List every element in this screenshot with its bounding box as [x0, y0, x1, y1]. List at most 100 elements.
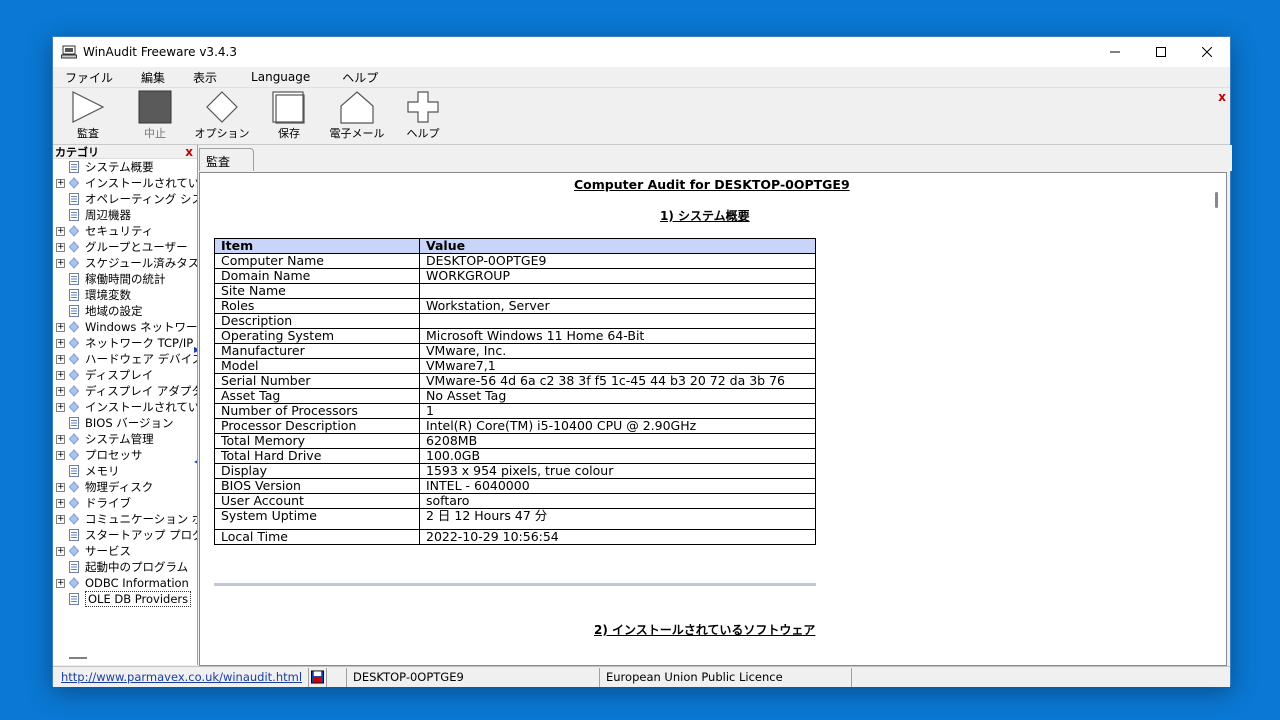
- tree-item[interactable]: + グループとユーザー: [53, 239, 197, 255]
- tree-item[interactable]: + ディスプレイ: [53, 367, 197, 383]
- computer-icon: [61, 45, 77, 59]
- options-label: オプション: [194, 127, 250, 140]
- folder-diamond-icon: [69, 433, 79, 445]
- tree-item[interactable]: 稼働時間の統計: [53, 271, 197, 287]
- expand-icon[interactable]: +: [56, 370, 65, 380]
- tree-item[interactable]: スタートアップ プログラム: [53, 527, 197, 543]
- expand-icon[interactable]: +: [56, 498, 65, 508]
- tree-item[interactable]: OLE DB Providers: [53, 591, 197, 607]
- expand-icon[interactable]: +: [56, 242, 65, 252]
- menu-help[interactable]: ヘルプ: [322, 69, 390, 86]
- website-link[interactable]: http://www.parmavex.co.uk/winaudit.html: [59, 670, 302, 684]
- tree-item[interactable]: システム概要: [53, 159, 197, 175]
- tree-item[interactable]: + 物理ディスク: [53, 479, 197, 495]
- maximize-icon: [1156, 47, 1166, 57]
- expand-icon[interactable]: +: [56, 450, 65, 460]
- tree-item[interactable]: + ネットワーク TCP/IP: [53, 335, 197, 351]
- audit-button[interactable]: 監査: [57, 90, 119, 144]
- table-row: Site Name: [214, 283, 816, 299]
- tree-item[interactable]: + プロセッサ: [53, 447, 197, 463]
- tree-item[interactable]: + スケジュール済みタスク: [53, 255, 197, 271]
- tree-item[interactable]: オペレーティング システム: [53, 191, 197, 207]
- system-overview-table: Item Value Computer Name DESKTOP-0OPTGE9 D…: [214, 238, 816, 545]
- expand-icon[interactable]: +: [56, 578, 65, 588]
- expand-icon[interactable]: +: [56, 258, 65, 268]
- tree-item[interactable]: 周辺機器: [53, 207, 197, 223]
- tree-item[interactable]: 起動中のプログラム: [53, 559, 197, 575]
- folder-diamond-icon: [69, 497, 79, 509]
- tree-item[interactable]: + インストールされているソフトウェア: [53, 175, 197, 191]
- splitter-arrow-left-icon[interactable]: ◀: [194, 457, 197, 466]
- cell-item: Total Memory: [214, 433, 420, 449]
- tree-item[interactable]: + サービス: [53, 543, 197, 559]
- toolbar-close-icon[interactable]: x: [1218, 90, 1226, 104]
- tree-item[interactable]: + インストールされているプリンタ: [53, 399, 197, 415]
- expand-icon[interactable]: +: [56, 434, 65, 444]
- table-row: Number of Processors 1: [214, 403, 816, 419]
- options-button[interactable]: オプション: [191, 90, 253, 144]
- menu-view[interactable]: 表示: [177, 69, 229, 86]
- table-row: Processor Description Intel(R) Core(TM) i…: [214, 418, 816, 434]
- expand-icon[interactable]: +: [56, 178, 65, 188]
- tree-item[interactable]: 地域の設定: [53, 303, 197, 319]
- menu-language[interactable]: Language: [229, 70, 322, 84]
- tree-item-label: 起動中のプログラム: [85, 560, 189, 574]
- cell-item: User Account: [214, 493, 420, 509]
- maximize-button[interactable]: [1138, 37, 1184, 67]
- save-button[interactable]: 保存: [258, 90, 320, 144]
- tree-item[interactable]: + コミュニケーション ポート: [53, 511, 197, 527]
- sidebar-header: カテゴリ x: [53, 145, 197, 159]
- expand-icon[interactable]: +: [56, 354, 65, 364]
- expand-icon[interactable]: +: [56, 226, 65, 236]
- tree-item-label: スタートアップ プログラム: [85, 528, 197, 542]
- close-button[interactable]: [1184, 37, 1230, 67]
- cell-value: Intel(R) Core(TM) i5-10400 CPU @ 2.90GHz: [419, 418, 816, 434]
- cell-value: 1593 x 954 pixels, true colour: [419, 463, 816, 479]
- help-button[interactable]: ヘルプ: [392, 90, 454, 144]
- tree-item-label: プロセッサ: [85, 448, 143, 462]
- sidebar-close-icon[interactable]: x: [185, 145, 193, 159]
- home-icon: [340, 91, 374, 124]
- tree-item[interactable]: + ODBC Information: [53, 575, 197, 591]
- tree-item[interactable]: + セキュリティ: [53, 223, 197, 239]
- tree-item[interactable]: + システム管理: [53, 431, 197, 447]
- minimize-button[interactable]: [1092, 37, 1138, 67]
- folder-diamond-icon: [69, 241, 79, 253]
- expand-icon[interactable]: +: [56, 386, 65, 396]
- menu-bar: ファイル 編集 表示 Language ヘルプ: [53, 67, 1230, 87]
- expand-icon[interactable]: +: [56, 546, 65, 556]
- tree-item[interactable]: + ハードウェア デバイス: [53, 351, 197, 367]
- scrollbar-thumb[interactable]: [1215, 192, 1218, 208]
- email-button[interactable]: 電子メール: [326, 90, 388, 144]
- status-disk-cell: [309, 667, 327, 687]
- tree-item-label: 周辺機器: [85, 208, 131, 222]
- stop-button[interactable]: 中止: [124, 90, 186, 144]
- stop-icon: [138, 90, 172, 124]
- tree-item[interactable]: 環境変数: [53, 287, 197, 303]
- menu-edit[interactable]: 編集: [125, 69, 177, 86]
- splitter-arrow-right-icon[interactable]: ▶: [194, 345, 197, 354]
- play-icon: [72, 91, 105, 123]
- expand-icon[interactable]: +: [56, 338, 65, 348]
- tree-item[interactable]: + ディスプレイ アダプタ: [53, 383, 197, 399]
- table-row: Domain Name WORKGROUP: [214, 268, 816, 284]
- tree-item-label: BIOS バージョン: [85, 416, 174, 430]
- expand-icon[interactable]: +: [56, 402, 65, 412]
- tree-item-label: グループとユーザー: [85, 240, 188, 254]
- section-title-installed-software[interactable]: 2) インストールされているソフトウェア: [594, 621, 815, 638]
- section-title-system-overview[interactable]: 1) システム概要: [660, 207, 750, 224]
- menu-file[interactable]: ファイル: [53, 69, 125, 86]
- tab-audit[interactable]: 監査: [199, 148, 254, 171]
- tree-item[interactable]: + ドライブ: [53, 495, 197, 511]
- table-row: Local Time 2022-10-29 10:56:54: [214, 529, 816, 545]
- tree-item-label: オペレーティング システム: [85, 192, 197, 206]
- tree-item[interactable]: + Windows ネットワーク: [53, 319, 197, 335]
- tree-item[interactable]: メモリ: [53, 463, 197, 479]
- tree-item[interactable]: BIOS バージョン: [53, 415, 197, 431]
- expand-icon[interactable]: +: [56, 482, 65, 492]
- expand-icon[interactable]: +: [56, 322, 65, 332]
- title-bar[interactable]: WinAudit Freeware v3.4.3: [53, 37, 1230, 67]
- sidebar-resize-handle[interactable]: [69, 657, 87, 659]
- expand-icon[interactable]: +: [56, 514, 65, 524]
- report-view[interactable]: Computer Audit for DESKTOP-0OPTGE9 1) シス…: [199, 172, 1227, 666]
